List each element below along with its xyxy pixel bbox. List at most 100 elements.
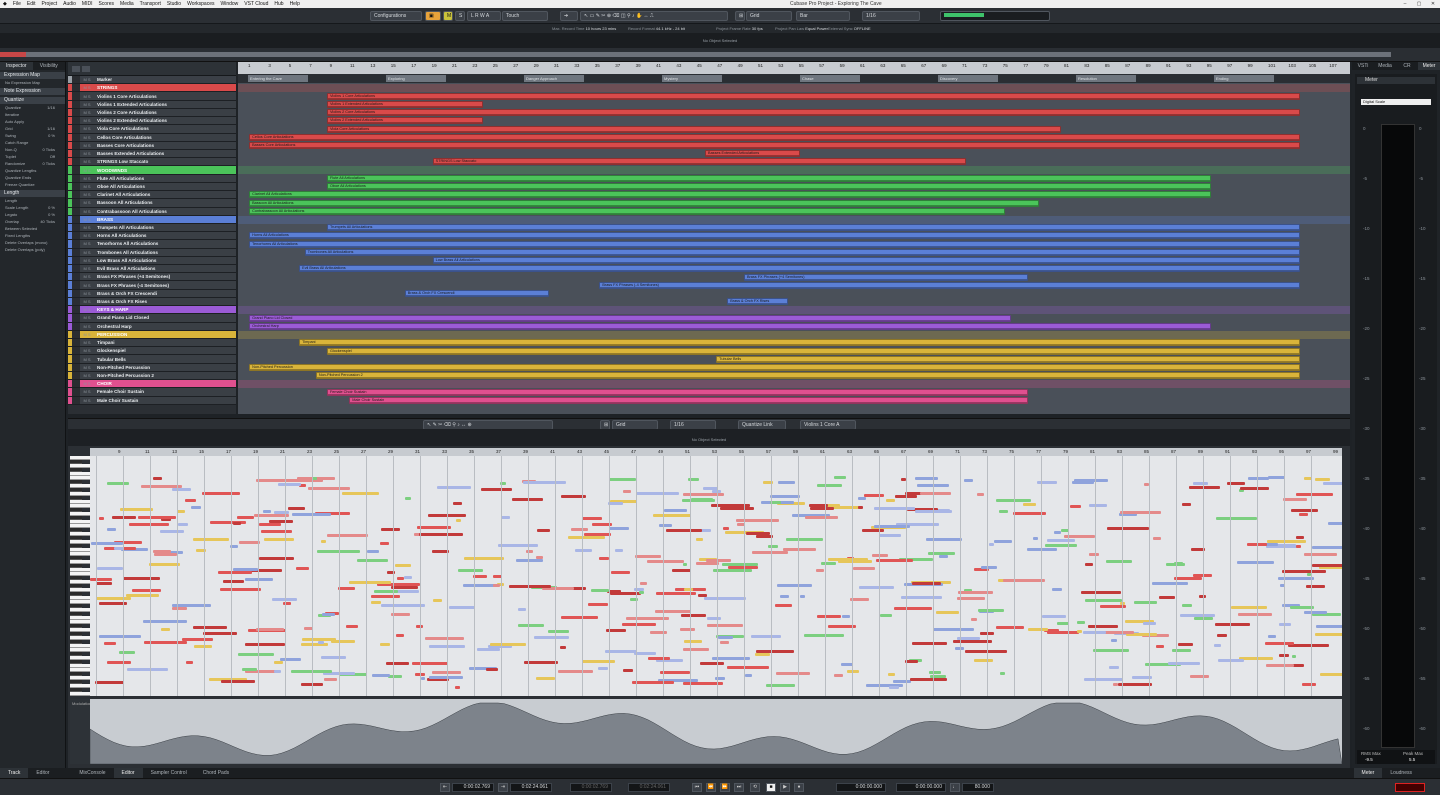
midi-note[interactable] <box>621 623 657 627</box>
configurations-dropdown[interactable]: Configurations <box>370 11 422 21</box>
tab-editor[interactable]: Editor <box>113 768 143 778</box>
inspector-section-1[interactable]: Note Expression <box>0 88 65 95</box>
project-window[interactable]: 1 3 5 7 9 11 13 15 17 19 21 23 25 27 29 31 33 35 37 39 41 43 4… <box>238 62 1350 414</box>
midi-note[interactable] <box>639 591 645 595</box>
midi-note[interactable] <box>957 596 986 600</box>
midi-note[interactable] <box>1106 527 1149 531</box>
controller-lane-label[interactable]: Modulation <box>70 699 92 764</box>
midi-part[interactable]: STRINGS Low Staccato <box>432 158 967 166</box>
folder-track[interactable]: M S WOODWINDS <box>68 166 236 175</box>
automation-mode-dropdown[interactable]: Touch <box>502 11 548 21</box>
midi-note[interactable] <box>509 584 552 588</box>
tab-vsti[interactable]: VSTi <box>1352 62 1374 70</box>
midi-note[interactable] <box>1328 522 1342 526</box>
track-row[interactable]: M S Basses Core Articulations <box>68 141 236 150</box>
midi-note[interactable] <box>202 491 240 495</box>
midi-note[interactable] <box>153 549 172 553</box>
midi-note[interactable] <box>171 488 191 492</box>
midi-note[interactable] <box>786 538 823 542</box>
midi-part[interactable]: Violins 2 Extended Articulations <box>326 117 483 125</box>
midi-note[interactable] <box>1092 649 1129 653</box>
midi-note[interactable] <box>560 616 599 620</box>
midi-note[interactable] <box>1192 482 1208 486</box>
midi-note[interactable] <box>1052 588 1062 592</box>
tab-meter-bottom[interactable]: Meter <box>1353 768 1383 778</box>
midi-note[interactable] <box>193 644 212 648</box>
track-row[interactable]: M S Low Brass All Articulations <box>68 256 236 266</box>
midi-note[interactable] <box>695 537 703 541</box>
midi-note[interactable] <box>132 588 161 592</box>
midi-note[interactable] <box>1174 577 1202 581</box>
midi-part[interactable]: Bassoon All Articulations <box>249 199 1039 207</box>
mute-solo-buttons[interactable]: M S <box>80 381 94 386</box>
midi-note[interactable] <box>852 566 876 570</box>
mute-solo-buttons[interactable]: M S <box>80 348 94 353</box>
midi-note[interactable] <box>106 661 131 665</box>
midi-note[interactable] <box>720 640 730 644</box>
midi-part[interactable]: Timpani <box>299 339 1300 347</box>
midi-note[interactable] <box>192 625 228 629</box>
mute-solo-buttons[interactable]: M S <box>80 357 94 362</box>
midi-part[interactable]: Brass & Orch FX Rises <box>727 298 789 306</box>
inspector-row[interactable]: Randomize 0 Ticks <box>0 160 65 167</box>
midi-note[interactable] <box>1292 655 1297 659</box>
mute-solo-buttons[interactable]: M S <box>80 365 94 370</box>
midi-part[interactable]: Grand Piano Lid Closed <box>249 314 1011 322</box>
midi-note[interactable] <box>366 549 379 553</box>
marker[interactable]: Danger Approach <box>524 75 584 82</box>
track-row[interactable]: M S Horns All Articulations <box>68 232 236 241</box>
mute-solo-buttons[interactable]: M S <box>80 118 94 123</box>
inspector-row[interactable]: Scale Length 0 % <box>0 204 65 211</box>
midi-note[interactable] <box>914 476 938 480</box>
track-row[interactable]: M S Marker <box>68 76 236 85</box>
midi-part[interactable]: Violins 1 Core Articulations <box>326 92 1300 100</box>
midi-note[interactable] <box>1044 543 1077 547</box>
midi-part[interactable]: Basses Extended Articulations <box>705 150 800 158</box>
track-row[interactable]: M S Male Choir Sustain <box>68 396 236 405</box>
midi-note[interactable] <box>777 481 795 485</box>
project-ruler[interactable]: 1 3 5 7 9 11 13 15 17 19 21 23 25 27 29 31 33 35 37 39 41 43 4… <box>238 62 1350 74</box>
midi-note[interactable] <box>256 628 284 632</box>
midi-note[interactable] <box>660 670 691 674</box>
midi-note[interactable] <box>185 661 193 665</box>
midi-note[interactable] <box>744 674 753 678</box>
quantize-dropdown[interactable]: 1/16 <box>862 11 920 21</box>
midi-note[interactable] <box>834 476 846 480</box>
midi-note[interactable] <box>833 673 843 677</box>
midi-note[interactable] <box>1301 682 1317 686</box>
midi-note[interactable] <box>152 476 162 480</box>
midi-note[interactable] <box>1267 539 1307 543</box>
cycle-icon[interactable]: ⟲ <box>750 783 760 792</box>
midi-note[interactable] <box>647 559 685 563</box>
midi-note[interactable] <box>682 648 710 652</box>
midi-part[interactable]: Evil Brass All Articulations <box>299 265 1300 273</box>
note-display[interactable] <box>90 456 1342 696</box>
menu-vst-cloud[interactable]: VST Cloud <box>241 1 271 7</box>
midi-note[interactable] <box>750 635 781 639</box>
midi-note[interactable] <box>232 522 242 526</box>
midi-part[interactable]: Glockenspiel <box>326 347 1300 355</box>
midi-note[interactable] <box>901 596 943 600</box>
mute-solo-buttons[interactable]: M S <box>80 135 94 140</box>
midi-note[interactable] <box>258 523 281 526</box>
midi-note[interactable] <box>118 650 136 654</box>
midi-note[interactable] <box>559 646 567 650</box>
mute-solo-buttons[interactable]: M S <box>80 266 94 271</box>
midi-note[interactable] <box>1287 643 1330 647</box>
mute-solo-buttons[interactable]: M S <box>80 283 94 288</box>
midi-note[interactable] <box>925 538 962 542</box>
midi-note[interactable] <box>799 594 805 598</box>
forward-icon[interactable]: ⏩ <box>720 783 730 792</box>
midi-note[interactable] <box>1073 479 1109 483</box>
left-locator-icon[interactable]: ⇤ <box>440 783 450 792</box>
folder-track[interactable]: M S CHOIR <box>68 380 236 389</box>
midi-note[interactable] <box>1231 606 1267 610</box>
midi-note[interactable] <box>1105 559 1133 563</box>
midi-note[interactable] <box>524 660 558 664</box>
track-row[interactable]: M S Evil Brass All Articulations <box>68 265 236 274</box>
marker[interactable]: Entering the Cave <box>248 75 308 82</box>
tab-chord-pads[interactable]: Chord Pads <box>195 768 237 778</box>
cycle-time-display[interactable]: 0:00:00.000 <box>836 783 886 792</box>
midi-note[interactable] <box>395 563 412 567</box>
midi-note[interactable] <box>635 555 661 559</box>
